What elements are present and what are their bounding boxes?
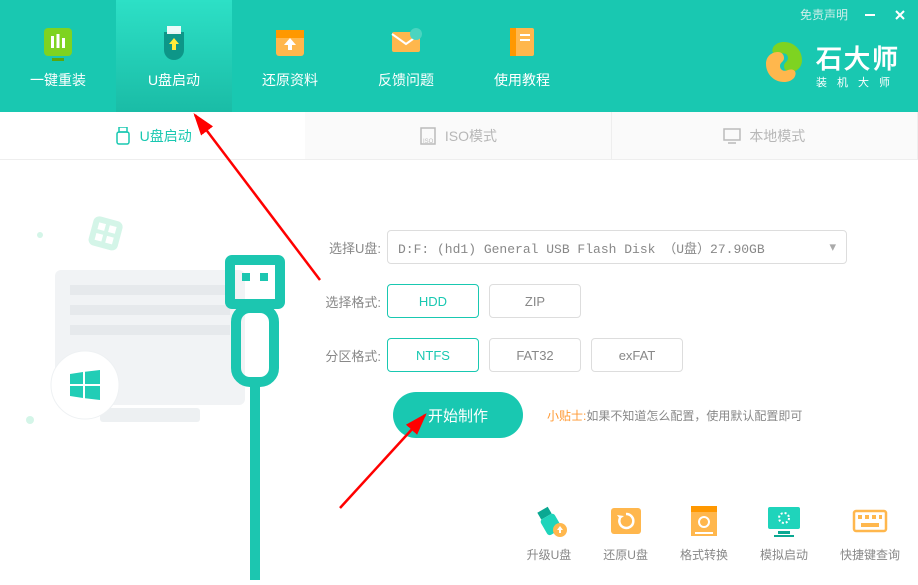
restore-usb-icon	[607, 502, 645, 540]
usb-icon	[114, 127, 132, 145]
tool-label: 模拟启动	[760, 546, 808, 563]
mode-tabs: U盘启动 ISO ISO模式 本地模式	[0, 112, 918, 160]
tab-usb-boot[interactable]: U盘启动	[0, 112, 305, 159]
restore-icon	[270, 22, 310, 62]
usb-illustration	[0, 160, 310, 579]
tool-upgrade-usb[interactable]: 升级U盘	[527, 502, 572, 563]
config-form: 选择U盘: D:F: (hd1) General USB Flash Disk …	[315, 230, 898, 438]
caret-down-icon: ▾	[829, 240, 836, 255]
disk-value: D:F: (hd1) General USB Flash Disk （U盘）27…	[398, 238, 765, 257]
monitor-icon	[723, 127, 741, 145]
app-header: 免责声明 一键重装 U盘启动 还原资料	[0, 0, 918, 112]
title-bar: 免责声明	[800, 6, 908, 23]
tool-label: 升级U盘	[527, 546, 572, 563]
brand-logo-icon	[760, 38, 808, 91]
tool-shortcut-lookup[interactable]: 快捷键查询	[840, 502, 900, 563]
nav-label: 使用教程	[494, 70, 550, 90]
tab-label: 本地模式	[749, 126, 805, 146]
nav-label: 一键重装	[30, 70, 86, 90]
disk-select[interactable]: D:F: (hd1) General USB Flash Disk （U盘）27…	[387, 230, 847, 264]
close-button[interactable]	[892, 7, 908, 23]
footer-tools: 升级U盘 还原U盘 格式转换 模拟启动 快捷键查询	[527, 502, 900, 563]
tab-label: U盘启动	[140, 126, 192, 146]
upgrade-usb-icon	[530, 502, 568, 540]
iso-icon: ISO	[419, 127, 437, 145]
main-nav: 一键重装 U盘启动 还原资料 反馈问题 使用教程	[0, 0, 580, 112]
partition-option-fat32[interactable]: FAT32	[489, 338, 581, 372]
format-option-zip[interactable]: ZIP	[489, 284, 581, 318]
tool-label: 格式转换	[680, 546, 728, 563]
format-option-hdd[interactable]: HDD	[387, 284, 479, 318]
tool-format-convert[interactable]: 格式转换	[680, 502, 728, 563]
nav-label: 反馈问题	[378, 70, 434, 90]
nav-feedback[interactable]: 反馈问题	[348, 0, 464, 112]
feedback-icon	[386, 22, 426, 62]
reinstall-icon	[38, 22, 78, 62]
tool-restore-usb[interactable]: 还原U盘	[603, 502, 648, 563]
tab-local-mode[interactable]: 本地模式	[612, 112, 918, 159]
nav-label: 还原资料	[262, 70, 318, 90]
start-button[interactable]: 开始制作	[393, 392, 523, 438]
nav-restore[interactable]: 还原资料	[232, 0, 348, 112]
usb-boot-icon	[154, 22, 194, 62]
keyboard-icon	[851, 502, 889, 540]
svg-text:ISO: ISO	[423, 139, 434, 145]
tool-label: 还原U盘	[603, 546, 648, 563]
brand-name: 石大师	[816, 39, 900, 76]
partition-option-exfat[interactable]: exFAT	[591, 338, 683, 372]
disclaimer-link[interactable]: 免责声明	[800, 6, 848, 23]
partition-label: 分区格式:	[315, 346, 387, 365]
disk-label: 选择U盘:	[315, 238, 387, 257]
tool-simulate-boot[interactable]: 模拟启动	[760, 502, 808, 563]
nav-reinstall[interactable]: 一键重装	[0, 0, 116, 112]
tutorial-icon	[502, 22, 542, 62]
nav-usb-boot[interactable]: U盘启动	[116, 0, 232, 112]
tip-label: 小贴士:	[547, 409, 586, 423]
partition-option-ntfs[interactable]: NTFS	[387, 338, 479, 372]
tab-label: ISO模式	[445, 126, 497, 146]
brand-subtitle: 装机大师	[816, 74, 900, 90]
main-content: 选择U盘: D:F: (hd1) General USB Flash Disk …	[0, 160, 918, 579]
nav-tutorial[interactable]: 使用教程	[464, 0, 580, 112]
minimize-button[interactable]	[862, 7, 878, 23]
format-convert-icon	[685, 502, 723, 540]
format-label: 选择格式:	[315, 292, 387, 311]
nav-label: U盘启动	[148, 70, 200, 90]
tab-iso-mode[interactable]: ISO ISO模式	[305, 112, 611, 159]
simulate-boot-icon	[765, 502, 803, 540]
brand: 石大师 装机大师	[760, 38, 900, 91]
tip-text: 小贴士:如果不知道怎么配置，使用默认配置即可	[547, 407, 802, 424]
tool-label: 快捷键查询	[840, 546, 900, 563]
